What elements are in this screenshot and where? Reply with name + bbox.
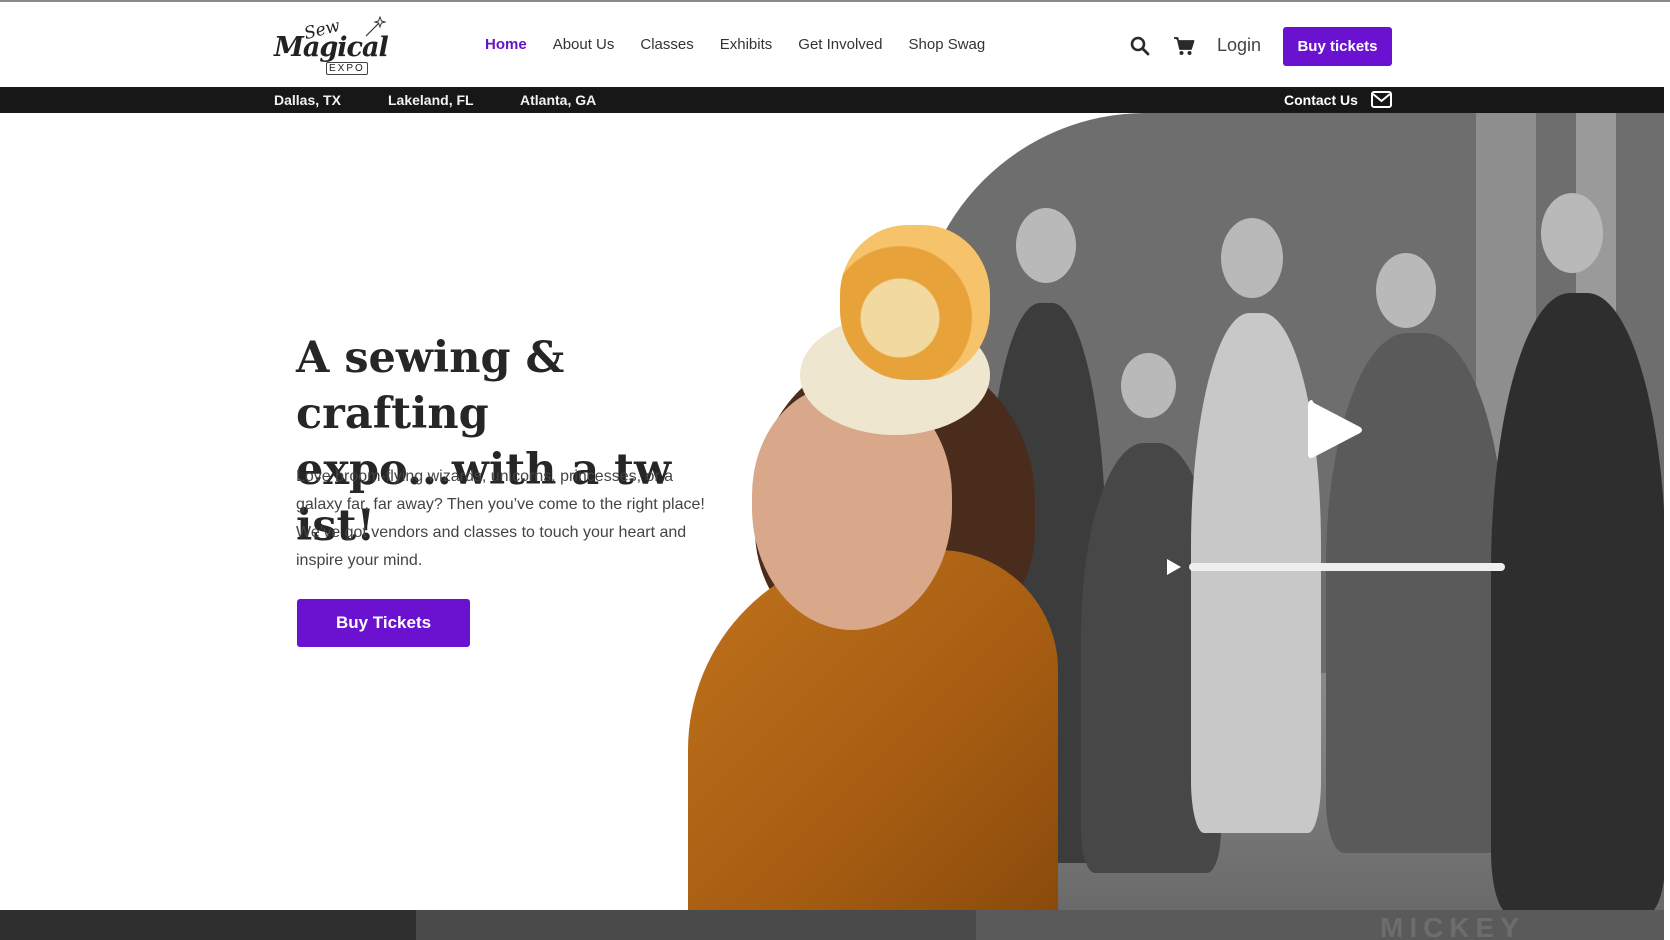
nav-item-about-us[interactable]: About Us xyxy=(553,36,615,53)
hat-flowers xyxy=(840,225,990,380)
play-icon[interactable] xyxy=(1306,396,1364,464)
location-link-lakeland[interactable]: Lakeland, FL xyxy=(388,92,474,108)
nav-item-exhibits[interactable]: Exhibits xyxy=(720,36,773,53)
location-link-dallas[interactable]: Dallas, TX xyxy=(274,92,341,108)
login-link[interactable]: Login xyxy=(1217,35,1261,56)
page-edge xyxy=(1664,87,1670,113)
location-link-atlanta[interactable]: Atlanta, GA xyxy=(520,92,596,108)
buy-tickets-hero-button[interactable]: Buy Tickets xyxy=(297,599,470,647)
person-head xyxy=(1541,193,1603,273)
contact-us-link[interactable]: Contact Us xyxy=(1284,92,1358,108)
nav-item-classes[interactable]: Classes xyxy=(640,36,693,53)
search-icon[interactable] xyxy=(1130,36,1150,56)
preview-partial-text: MICKEY xyxy=(1380,912,1525,940)
cart-icon[interactable] xyxy=(1173,36,1195,56)
person-head xyxy=(1121,353,1176,418)
person-head xyxy=(1221,218,1283,298)
locations-bar: Dallas, TX Lakeland, FL Atlanta, GA Cont… xyxy=(0,87,1664,113)
main-nav: Home About Us Classes Exhibits Get Invol… xyxy=(485,36,1011,53)
nav-item-shop-swag[interactable]: Shop Swag xyxy=(909,36,986,53)
next-section-preview: MICKEY xyxy=(0,910,1664,940)
video-play-control-icon[interactable] xyxy=(1166,558,1182,576)
buy-tickets-header-button[interactable]: Buy tickets xyxy=(1283,27,1392,66)
wand-sparkle-icon xyxy=(365,16,386,37)
site-logo[interactable]: Sew Magical EXPO xyxy=(270,14,390,76)
costumed-person xyxy=(1491,293,1664,910)
logo-text-expo: EXPO xyxy=(326,62,368,75)
costumed-person xyxy=(1191,313,1321,833)
site-header: Sew Magical EXPO Home About Us Classes E… xyxy=(0,2,1670,87)
person-head xyxy=(1016,208,1076,283)
person-head xyxy=(1376,253,1436,328)
nav-item-home[interactable]: Home xyxy=(485,36,527,53)
mail-icon[interactable] xyxy=(1371,91,1392,108)
preview-image-tile xyxy=(0,910,416,940)
preview-image-tile xyxy=(976,910,1664,940)
video-progress-bar[interactable] xyxy=(1189,563,1505,571)
hero-description: Love broom-flying wizards, unicorns, pri… xyxy=(296,468,705,569)
nav-item-get-involved[interactable]: Get Involved xyxy=(798,36,882,53)
preview-image-tile xyxy=(416,910,976,940)
